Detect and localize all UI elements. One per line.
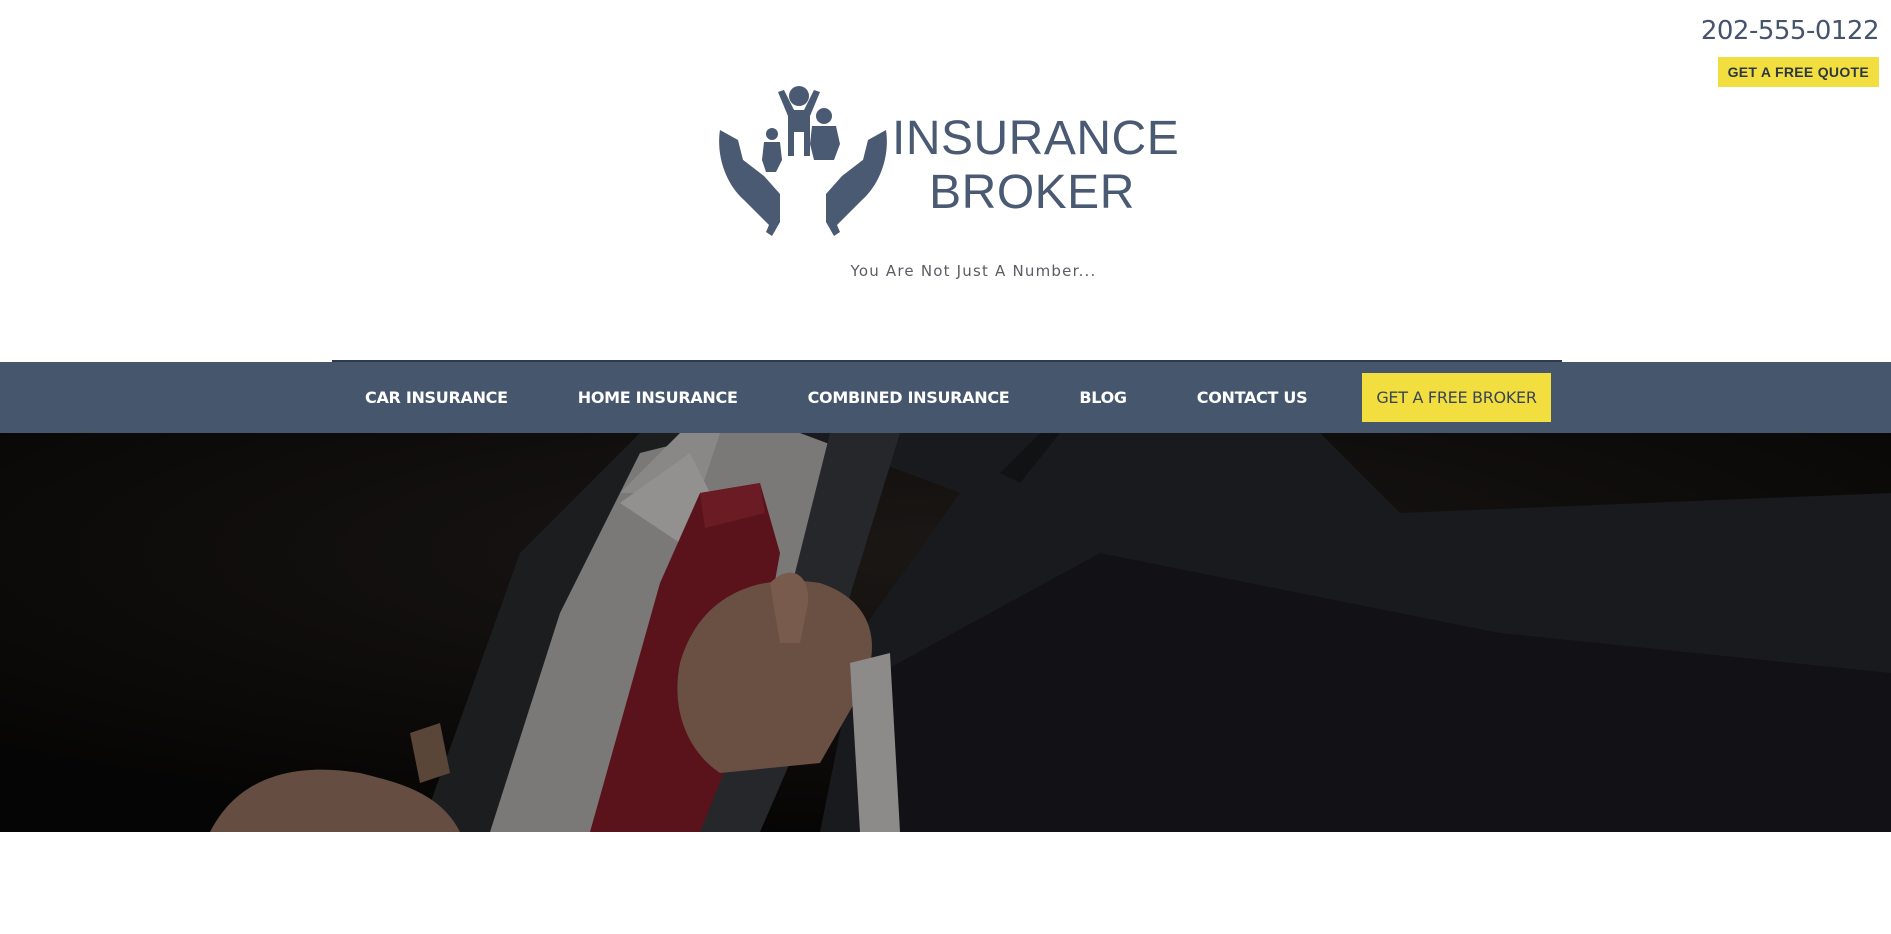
logo-line1: INSURANCE (892, 112, 1180, 165)
nav-blog[interactable]: BLOG (1079, 388, 1127, 407)
logo-line2: BROKER (929, 166, 1135, 219)
phone-link[interactable]: 202-555-0122 (1701, 14, 1880, 48)
nav-car-insurance[interactable]: CAR INSURANCE (365, 388, 508, 407)
nav-home-insurance[interactable]: HOME INSURANCE (578, 388, 738, 407)
family-in-hands-icon (719, 86, 887, 236)
nav-combined-insurance[interactable]: COMBINED INSURANCE (808, 388, 1010, 407)
businessman-suit-illustration (0, 433, 1891, 832)
nav-contact-us[interactable]: CONTACT US (1197, 388, 1308, 407)
main-navigation: CAR INSURANCE HOME INSURANCE COMBINED IN… (0, 362, 1891, 433)
get-free-broker-button[interactable]: GET A FREE BROKER (1362, 373, 1551, 422)
logo-text: INSURANCE BROKER (892, 112, 1180, 220)
hero-image (0, 433, 1891, 832)
top-contact: 202-555-0122 GET A FREE QUOTE (1701, 14, 1880, 87)
logo[interactable]: INSURANCE BROKER (718, 86, 1179, 238)
get-free-quote-button[interactable]: GET A FREE QUOTE (1717, 57, 1879, 87)
tagline: You Are Not Just A Number... (850, 262, 1097, 280)
nav-items: CAR INSURANCE HOME INSURANCE COMBINED IN… (330, 362, 1551, 433)
